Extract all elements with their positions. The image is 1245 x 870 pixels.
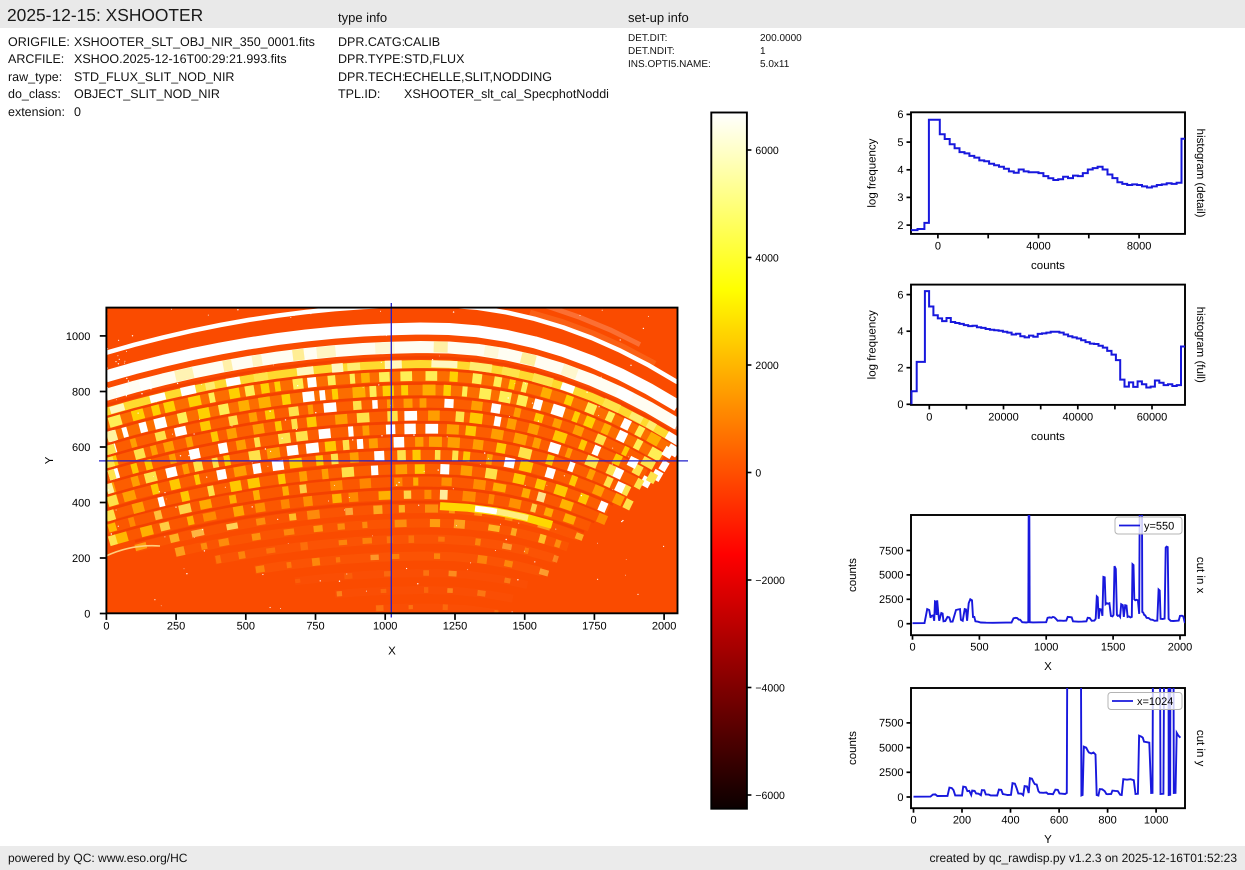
svg-text:200: 200 xyxy=(953,815,971,827)
svg-text:1000: 1000 xyxy=(1144,815,1168,827)
svg-text:−4000: −4000 xyxy=(755,682,785,694)
svg-text:7500: 7500 xyxy=(879,545,903,557)
svg-text:0: 0 xyxy=(909,642,915,654)
svg-text:5000: 5000 xyxy=(879,742,903,754)
svg-text:0: 0 xyxy=(755,467,761,479)
svg-text:400: 400 xyxy=(72,497,90,509)
svg-text:0: 0 xyxy=(84,608,90,620)
svg-text:−6000: −6000 xyxy=(755,790,785,802)
svg-text:2000: 2000 xyxy=(1168,642,1192,654)
svg-text:400: 400 xyxy=(1001,815,1019,827)
svg-text:1750: 1750 xyxy=(582,620,606,632)
svg-text:−2000: −2000 xyxy=(755,575,785,587)
svg-text:800: 800 xyxy=(1098,815,1116,827)
svg-text:X: X xyxy=(1044,661,1052,673)
svg-text:40000: 40000 xyxy=(1063,411,1094,423)
svg-text:250: 250 xyxy=(167,620,185,632)
svg-text:1000: 1000 xyxy=(1034,642,1058,654)
svg-text:2: 2 xyxy=(897,220,903,232)
svg-text:4000: 4000 xyxy=(755,252,779,264)
svg-text:counts: counts xyxy=(1031,260,1065,272)
svg-text:6: 6 xyxy=(897,109,903,121)
svg-text:1000: 1000 xyxy=(373,620,397,632)
svg-text:2000: 2000 xyxy=(652,620,676,632)
svg-text:histogram (detail): histogram (detail) xyxy=(1194,129,1206,218)
svg-text:200: 200 xyxy=(72,553,90,565)
svg-text:Y: Y xyxy=(44,456,56,464)
svg-text:800: 800 xyxy=(72,386,90,398)
svg-text:1250: 1250 xyxy=(443,620,467,632)
svg-text:60000: 60000 xyxy=(1137,411,1168,423)
svg-text:cut in y: cut in y xyxy=(1194,730,1206,767)
svg-text:0: 0 xyxy=(897,619,903,631)
svg-text:Y: Y xyxy=(1044,834,1052,846)
svg-text:y=550: y=550 xyxy=(1144,521,1174,533)
svg-text:cut in x: cut in x xyxy=(1194,557,1206,594)
svg-text:histogram (full): histogram (full) xyxy=(1194,307,1206,383)
svg-text:500: 500 xyxy=(970,642,988,654)
svg-text:1500: 1500 xyxy=(1101,642,1125,654)
svg-text:2500: 2500 xyxy=(879,767,903,779)
svg-text:5: 5 xyxy=(897,137,903,149)
svg-text:0: 0 xyxy=(103,620,109,632)
svg-text:500: 500 xyxy=(237,620,255,632)
svg-text:7500: 7500 xyxy=(879,718,903,730)
svg-text:0: 0 xyxy=(910,815,916,827)
svg-text:6: 6 xyxy=(897,289,903,301)
svg-text:0: 0 xyxy=(897,792,903,804)
svg-text:4000: 4000 xyxy=(1026,240,1050,252)
svg-text:20000: 20000 xyxy=(988,411,1019,423)
svg-text:750: 750 xyxy=(306,620,324,632)
svg-text:x=1024: x=1024 xyxy=(1137,696,1173,708)
svg-text:8000: 8000 xyxy=(1127,240,1151,252)
svg-text:4: 4 xyxy=(897,326,903,338)
svg-text:600: 600 xyxy=(1050,815,1068,827)
svg-text:6000: 6000 xyxy=(755,145,779,157)
svg-text:X: X xyxy=(388,645,396,657)
svg-text:4: 4 xyxy=(897,165,903,177)
svg-text:2500: 2500 xyxy=(879,594,903,606)
svg-text:2000: 2000 xyxy=(755,360,779,372)
svg-text:2: 2 xyxy=(897,363,903,375)
svg-text:counts: counts xyxy=(847,558,859,592)
svg-text:counts: counts xyxy=(847,731,859,765)
svg-text:600: 600 xyxy=(72,442,90,454)
svg-text:0: 0 xyxy=(897,399,903,411)
svg-text:1500: 1500 xyxy=(512,620,536,632)
svg-text:1000: 1000 xyxy=(66,331,90,343)
svg-text:log frequency: log frequency xyxy=(867,138,879,207)
svg-text:counts: counts xyxy=(1031,431,1065,443)
svg-text:0: 0 xyxy=(935,240,941,252)
svg-text:0: 0 xyxy=(926,411,932,423)
svg-text:log frequency: log frequency xyxy=(867,310,879,379)
svg-text:5000: 5000 xyxy=(879,570,903,582)
svg-text:3: 3 xyxy=(897,192,903,204)
